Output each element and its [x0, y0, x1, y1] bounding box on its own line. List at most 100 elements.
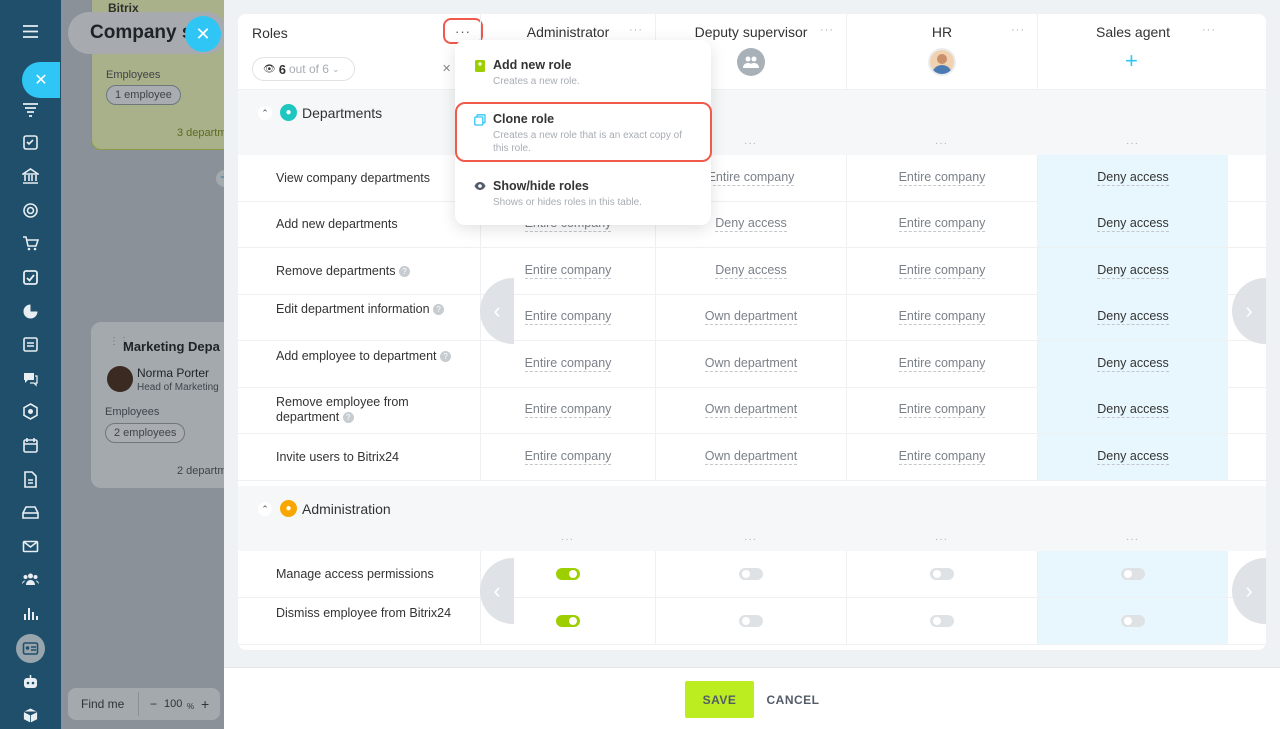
analytics-icon[interactable]: [21, 604, 40, 623]
cart-icon[interactable]: [21, 234, 40, 253]
close-slider-button[interactable]: ✕: [185, 16, 221, 52]
save-button[interactable]: SAVE: [685, 681, 754, 718]
permission-value-dropdown[interactable]: Entire company: [524, 402, 612, 418]
permission-cell[interactable]: Entire company: [846, 387, 1037, 433]
bank-icon[interactable]: [21, 167, 40, 186]
permission-toggle[interactable]: [739, 615, 763, 627]
permission-cell[interactable]: [846, 551, 1037, 597]
permission-cell[interactable]: Entire company: [846, 201, 1037, 247]
permission-value-dropdown[interactable]: Own department: [704, 449, 798, 465]
chart-pie-icon[interactable]: [21, 302, 40, 321]
permission-cell[interactable]: Entire company: [846, 155, 1037, 201]
permission-toggle[interactable]: [556, 615, 580, 627]
chat-icon[interactable]: [21, 369, 40, 388]
permission-cell[interactable]: Own department: [655, 294, 846, 340]
permission-value-dropdown[interactable]: Deny access: [1097, 263, 1169, 279]
permission-value-dropdown[interactable]: Deny access: [715, 263, 787, 279]
column-more-button[interactable]: ···: [629, 24, 643, 36]
cancel-button[interactable]: CANCEL: [764, 681, 822, 718]
permission-value-dropdown[interactable]: Own department: [704, 309, 798, 325]
permission-value-dropdown[interactable]: Entire company: [898, 263, 986, 279]
permission-value-dropdown[interactable]: Entire company: [898, 402, 986, 418]
column-more-button[interactable]: ···: [820, 24, 834, 36]
permission-value-dropdown[interactable]: Entire company: [524, 309, 612, 325]
column-actions-button[interactable]: ···: [480, 534, 655, 551]
permission-value-dropdown[interactable]: Own department: [704, 356, 798, 372]
permission-value-dropdown[interactable]: Entire company: [707, 170, 795, 186]
help-icon[interactable]: ?: [433, 304, 445, 316]
hexagon-icon[interactable]: [21, 402, 40, 421]
permission-toggle[interactable]: [930, 615, 954, 627]
checkbox-icon[interactable]: [21, 268, 40, 287]
permission-cell[interactable]: Deny access: [655, 248, 846, 294]
column-more-button[interactable]: ···: [1202, 24, 1216, 36]
permission-cell[interactable]: [655, 551, 846, 597]
help-icon[interactable]: ?: [440, 351, 452, 363]
filter-icon[interactable]: [21, 100, 40, 119]
box-icon[interactable]: [21, 706, 40, 725]
permission-value-dropdown[interactable]: Entire company: [898, 309, 986, 325]
zoom-in-button[interactable]: +: [201, 696, 209, 712]
zoom-out-button[interactable]: −: [150, 697, 157, 711]
permission-cell[interactable]: Deny access: [1037, 434, 1228, 480]
permission-cell[interactable]: Deny access: [1037, 155, 1228, 201]
target-icon[interactable]: [21, 201, 40, 220]
add-member-icon[interactable]: +: [1125, 50, 1138, 72]
permission-value-dropdown[interactable]: Entire company: [898, 170, 986, 186]
permission-value-dropdown[interactable]: Entire company: [898, 216, 986, 232]
column-actions-button[interactable]: ···: [655, 534, 846, 551]
permission-cell[interactable]: Entire company: [846, 341, 1037, 387]
help-icon[interactable]: ?: [399, 266, 410, 278]
menu-icon[interactable]: [21, 22, 40, 41]
permission-value-dropdown[interactable]: Entire company: [524, 449, 612, 465]
permission-value-dropdown[interactable]: Own department: [704, 402, 798, 418]
permission-value-dropdown[interactable]: Deny access: [1097, 216, 1169, 232]
mail-icon[interactable]: [21, 537, 40, 556]
column-more-button[interactable]: ···: [1011, 24, 1025, 36]
permission-cell[interactable]: Own department: [655, 387, 846, 433]
permission-cell[interactable]: Entire company: [480, 434, 655, 480]
permission-value-dropdown[interactable]: Deny access: [1097, 356, 1169, 372]
permission-cell[interactable]: Deny access: [1037, 248, 1228, 294]
permission-value-dropdown[interactable]: Deny access: [1097, 309, 1169, 325]
permission-cell[interactable]: Entire company: [846, 248, 1037, 294]
permission-cell[interactable]: Entire company: [846, 294, 1037, 340]
permission-cell[interactable]: Own department: [655, 434, 846, 480]
roles-visibility-filter[interactable]: 👁 6 out of 6 ⌄: [252, 57, 355, 81]
tasks-icon[interactable]: [21, 133, 40, 152]
permission-value-dropdown[interactable]: Deny access: [1097, 402, 1169, 418]
permission-value-dropdown[interactable]: Deny access: [1097, 170, 1169, 186]
permission-cell[interactable]: Deny access: [1037, 201, 1228, 247]
permission-toggle[interactable]: [739, 568, 763, 580]
permission-cell[interactable]: Entire company: [480, 387, 655, 433]
collapse-icon[interactable]: ✕: [442, 62, 451, 75]
permission-cell[interactable]: [1037, 598, 1228, 644]
permission-value-dropdown[interactable]: Entire company: [898, 449, 986, 465]
find-me-button[interactable]: Find me: [81, 697, 124, 711]
permission-value-dropdown[interactable]: Entire company: [524, 356, 612, 372]
permission-toggle[interactable]: [1121, 615, 1145, 627]
column-actions-button[interactable]: ···: [1037, 534, 1228, 551]
permission-value-dropdown[interactable]: Deny access: [715, 216, 787, 232]
drive-icon[interactable]: [21, 503, 40, 522]
column-actions-button[interactable]: ···: [846, 138, 1037, 155]
permission-cell[interactable]: Deny access: [1037, 341, 1228, 387]
permission-cell[interactable]: Deny access: [1037, 294, 1228, 340]
help-icon[interactable]: ?: [342, 412, 354, 424]
menu-item-show-hide-roles[interactable]: Show/hide roles Shows or hides roles in …: [455, 165, 711, 225]
permission-value-dropdown[interactable]: Deny access: [1097, 449, 1169, 465]
permission-cell[interactable]: [1037, 551, 1228, 597]
permission-cell[interactable]: [846, 598, 1037, 644]
permission-value-dropdown[interactable]: Entire company: [524, 263, 612, 279]
permission-cell[interactable]: Deny access: [1037, 387, 1228, 433]
permission-toggle[interactable]: [930, 568, 954, 580]
permission-cell[interactable]: Own department: [655, 341, 846, 387]
permission-cell[interactable]: Entire company: [480, 341, 655, 387]
permission-cell[interactable]: Entire company: [846, 434, 1037, 480]
permission-cell[interactable]: [655, 598, 846, 644]
permission-toggle[interactable]: [556, 568, 580, 580]
menu-item-add-new-role[interactable]: Add new role Creates a new role.: [455, 40, 711, 100]
file-icon[interactable]: [21, 470, 40, 489]
document-icon[interactable]: [21, 335, 40, 354]
robot-icon[interactable]: [21, 672, 40, 691]
